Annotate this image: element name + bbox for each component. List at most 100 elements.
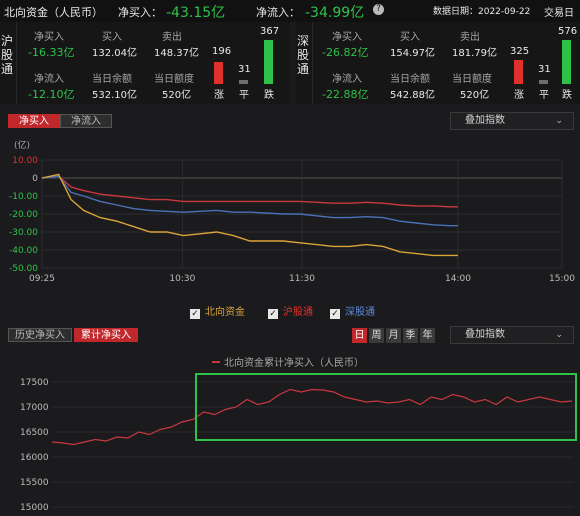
hu-balance-label: 当日余额 [92, 74, 132, 85]
intraday-section: 净买入 净流入 叠加指数 ⌄ (亿) 10.00 0 -10.00 -20.00 -30… [0, 108, 580, 322]
y-tick-label: 0 [32, 174, 38, 184]
cumulative-series-line [51, 388, 573, 446]
hu-buy-label: 买入 [102, 32, 122, 43]
hu-flat-label: 平 [239, 90, 249, 101]
hu-up-label: 涨 [214, 90, 224, 101]
shen-net-buy-label: 净买入 [332, 32, 362, 43]
shen-down-count: 576 [558, 26, 578, 37]
hu-flat-count: 31 [238, 64, 251, 75]
x-tick-label: 09:25 [29, 274, 55, 284]
shen-flat-count: 31 [538, 64, 551, 75]
y-tick-label: 17000 [20, 403, 49, 413]
period-quarter-button[interactable]: 季 [403, 328, 418, 343]
y-tick-label: 16500 [20, 428, 49, 438]
help-circle-icon[interactable]: ? [373, 4, 384, 15]
shen-panel-title: 深股通 [296, 34, 309, 76]
shen-down-bar [562, 40, 571, 84]
period-month-button[interactable]: 月 [386, 328, 401, 343]
shen-sell-value: 181.79亿 [452, 48, 497, 59]
total-net-buy-value: -43.15亿 [166, 5, 226, 21]
legend-north[interactable]: ✓ 北向资金 [190, 303, 245, 319]
shen-buy-value: 154.97亿 [390, 48, 435, 59]
shen-net-buy-value: -26.82亿 [322, 46, 369, 59]
x-tick-label: 14:00 [445, 274, 471, 284]
hu-sell-label: 卖出 [162, 32, 182, 43]
y-tick-label: 15500 [20, 478, 49, 488]
checkbox-checked-icon[interactable]: ✓ [190, 309, 200, 319]
x-tick-label: 10:30 [169, 274, 195, 284]
data-date: 数据日期：2022-09-22 [433, 7, 531, 17]
hu-net-buy-label: 净买入 [34, 32, 64, 43]
shen-panel: 深股通 净买入 -26.82亿 买入 154.97亿 卖出 181.79亿 净流… [296, 22, 580, 104]
y-tick-label: -10.00 [9, 192, 38, 202]
checkbox-checked-icon[interactable]: ✓ [330, 309, 340, 319]
hu-quota-value: 520亿 [162, 90, 192, 101]
hu-balance-value: 532.10亿 [92, 90, 137, 101]
legend-hu[interactable]: ✓ 沪股通 [268, 303, 313, 319]
total-net-inflow-value: -34.99亿 [305, 5, 365, 21]
history-legend: 北向资金累计净买入（人民币） [212, 354, 364, 369]
history-section: 历史净买入 累计净买入 日 周 月 季 年 叠加指数 ⌄ 北向资金累计净买入（人… [0, 324, 580, 516]
period-year-button[interactable]: 年 [420, 328, 435, 343]
y-tick-label: -50.00 [9, 264, 38, 274]
shen-flat-bar [539, 80, 548, 84]
north-series-line [41, 173, 458, 257]
shen-up-bar [514, 60, 523, 84]
hu-up-count: 196 [212, 46, 232, 57]
shen-quota-label: 当日额度 [452, 74, 492, 85]
shen-net-inflow-label: 净流入 [332, 74, 362, 85]
shen-up-label: 涨 [514, 90, 524, 101]
hu-down-label: 跌 [264, 90, 274, 101]
history-overlay-index-label: 叠加指数 [465, 329, 505, 340]
chevron-down-icon: ⌄ [555, 330, 563, 340]
y-tick-label: -20.00 [9, 210, 38, 220]
hu-panel-title: 沪股通 [0, 34, 13, 76]
y-tick-label: 10.00 [12, 156, 38, 166]
shen-net-inflow-value: -22.88亿 [322, 88, 369, 101]
shen-quota-value: 520亿 [460, 90, 490, 101]
y-tick-label: 16000 [20, 453, 49, 463]
shen-balance-label: 当日余额 [390, 74, 430, 85]
hu-net-buy-value: -16.33亿 [28, 46, 75, 59]
tab-history-net-buy[interactable]: 历史净买入 [8, 328, 72, 342]
history-overlay-index-dropdown[interactable]: 叠加指数 ⌄ [450, 326, 574, 344]
overlay-index-label: 叠加指数 [465, 115, 505, 126]
hu-quota-label: 当日额度 [154, 74, 194, 85]
tab-net-buy[interactable]: 净买入 [8, 114, 60, 128]
legend-line-icon [212, 361, 220, 363]
y-tick-label: 17500 [20, 378, 49, 388]
overlay-index-dropdown[interactable]: 叠加指数 ⌄ [450, 112, 574, 130]
total-net-inflow-label: 净流入： [256, 6, 300, 19]
header-bar: 北向资金（人民币） 净买入： -43.15亿 净流入： -34.99亿 ? 数据… [0, 0, 580, 22]
shen-flat-label: 平 [539, 90, 549, 101]
shen-down-label: 跌 [562, 90, 572, 101]
page-title: 北向资金（人民币） [4, 6, 103, 19]
period-day-button[interactable]: 日 [352, 328, 367, 343]
hu-up-bar [214, 62, 223, 84]
checkbox-checked-icon[interactable]: ✓ [268, 309, 278, 319]
legend-shen[interactable]: ✓ 深股通 [330, 303, 375, 319]
y-tick-label: 15000 [20, 503, 49, 513]
legend-hu-label: 沪股通 [283, 307, 313, 318]
hu-net-inflow-label: 净流入 [34, 74, 64, 85]
tab-cumulative-net-buy[interactable]: 累计净买入 [74, 328, 138, 342]
hu-down-bar [264, 40, 273, 84]
hu-panel: 沪股通 净买入 -16.33亿 买入 132.04亿 卖出 148.37亿 净流… [0, 22, 290, 104]
y-tick-label: -40.00 [9, 246, 38, 256]
shen-sell-label: 卖出 [460, 32, 480, 43]
legend-shen-label: 深股通 [345, 307, 375, 318]
hu-sell-value: 148.37亿 [154, 48, 199, 59]
shen-balance-value: 542.88亿 [390, 90, 435, 101]
period-week-button[interactable]: 周 [369, 328, 384, 343]
history-chart: 17500 17000 16500 16000 15500 15000 [20, 373, 577, 513]
intraday-chart: 10.00 0 -10.00 -20.00 -30.00 -40.00 -50.0009:2… [9, 156, 575, 284]
legend-north-label: 北向资金 [205, 307, 245, 318]
chevron-down-icon: ⌄ [555, 116, 563, 126]
hu-flat-bar [239, 80, 248, 84]
total-net-buy-label: 净买入： [118, 6, 162, 19]
y-unit-label: (亿) [14, 141, 31, 151]
x-tick-label: 11:30 [289, 274, 315, 284]
x-tick-label: 15:00 [549, 274, 575, 284]
tab-net-inflow[interactable]: 净流入 [60, 114, 112, 128]
trading-day-label: 交易日 [544, 8, 574, 19]
